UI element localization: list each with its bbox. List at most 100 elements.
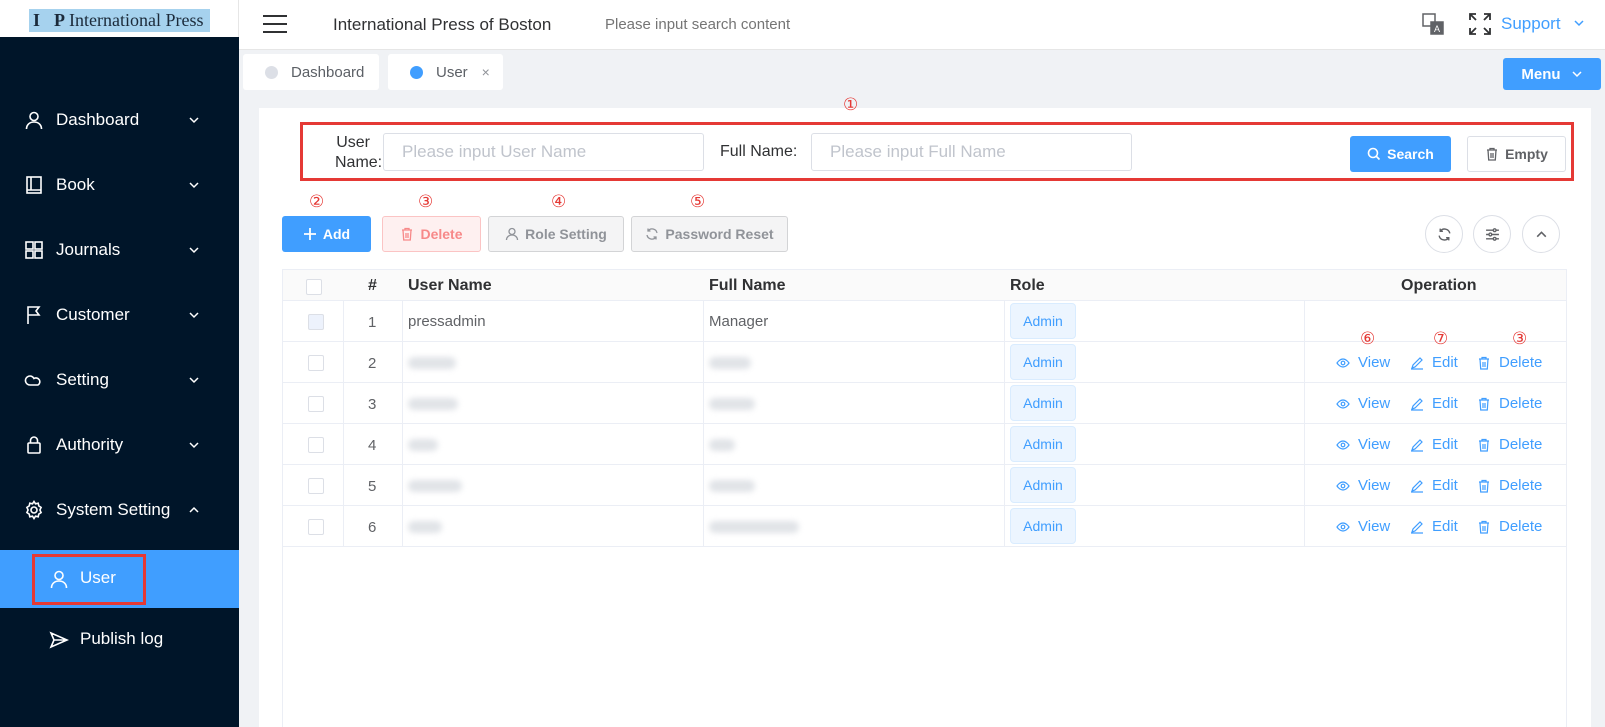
chevron-down-icon: [189, 442, 199, 449]
edit-button[interactable]: Edit: [1410, 518, 1458, 535]
redacted-username: [408, 439, 438, 451]
edit-button[interactable]: Edit: [1410, 477, 1458, 494]
row-checkbox[interactable]: [308, 437, 324, 453]
gear-icon: [25, 500, 43, 520]
hamburger-icon[interactable]: [263, 15, 287, 33]
view-button[interactable]: View: [1336, 518, 1390, 535]
chevron-down-icon: [189, 247, 199, 254]
role-tag-label: Admin: [1023, 354, 1063, 370]
trash-icon: [1487, 147, 1498, 161]
top-header: International Press of Boston A Support: [239, 0, 1605, 50]
row-checkbox[interactable]: [308, 519, 324, 535]
username-input[interactable]: [383, 133, 704, 171]
sidebar-item-customer[interactable]: Customer: [0, 293, 239, 337]
redacted-fullname: [709, 439, 735, 451]
sidebar-item-label: Journals: [56, 240, 121, 259]
tab-dashboard[interactable]: Dashboard: [243, 54, 379, 90]
view-button[interactable]: View: [1336, 477, 1390, 494]
sidebar-item-authority[interactable]: Authority: [0, 423, 239, 467]
column-settings-button[interactable]: [1473, 215, 1511, 253]
view-button[interactable]: View: [1336, 354, 1390, 371]
annotation-5: ⑤: [690, 192, 706, 211]
redacted-username: [408, 480, 462, 492]
search-button[interactable]: Search: [1350, 136, 1451, 172]
row-delete-button[interactable]: Delete: [1477, 395, 1542, 412]
select-all-checkbox[interactable]: [306, 279, 322, 295]
row-delete-button[interactable]: Delete: [1477, 354, 1542, 371]
collapse-search-button[interactable]: [1522, 215, 1560, 253]
sidebar-item-dashboard[interactable]: Dashboard: [0, 98, 239, 142]
redacted-username: [408, 521, 442, 533]
redacted-username: [408, 357, 456, 369]
edit-button[interactable]: Edit: [1410, 395, 1458, 412]
row-checkbox[interactable]: [308, 478, 324, 494]
role-tag: Admin: [1010, 467, 1076, 503]
delete-button[interactable]: Delete: [382, 216, 481, 252]
table-row: 4 Admin View Edit Delete: [283, 424, 1566, 465]
password-reset-button[interactable]: Password Reset: [631, 216, 788, 252]
sidebar-item-book[interactable]: Book: [0, 163, 239, 207]
tab-label: Dashboard: [291, 63, 365, 81]
sidebar-item-setting[interactable]: Setting: [0, 358, 239, 402]
edit-button[interactable]: Edit: [1410, 436, 1458, 453]
refresh-table-button[interactable]: [1425, 215, 1463, 253]
user-icon: [506, 227, 519, 241]
sidebar-item-system-setting[interactable]: System Setting: [0, 488, 239, 532]
chevron-up-icon: [1536, 230, 1546, 237]
chevron-down-icon: [189, 117, 199, 124]
view-button[interactable]: View: [1336, 436, 1390, 453]
logo[interactable]: I⃓P International Press: [29, 9, 210, 32]
header-search-input[interactable]: [605, 16, 885, 33]
delete-label: Delete: [1499, 518, 1543, 535]
empty-button[interactable]: Empty: [1467, 136, 1566, 172]
row-checkbox[interactable]: [308, 355, 324, 371]
refresh-icon: [1437, 227, 1451, 241]
support-menu[interactable]: Support: [1501, 14, 1585, 34]
trash-icon: [1479, 356, 1489, 370]
eye-icon: [1336, 357, 1350, 368]
close-icon[interactable]: ×: [482, 64, 490, 80]
menu-button[interactable]: Menu: [1503, 58, 1601, 90]
user-icon: [25, 111, 43, 130]
menu-button-label: Menu: [1521, 65, 1561, 83]
role-tag-label: Admin: [1023, 436, 1063, 452]
redacted-fullname: [709, 480, 755, 492]
row-delete-button[interactable]: Delete: [1477, 436, 1542, 453]
sidebar-item-label: Dashboard: [56, 110, 140, 129]
row-index: 5: [368, 478, 377, 495]
annotation-2: ②: [309, 192, 325, 211]
column-header-role: Role: [1010, 277, 1045, 294]
tab-label: User: [436, 63, 468, 81]
chevron-down-icon: [1574, 20, 1584, 27]
role-tag: Admin: [1010, 344, 1076, 380]
sidebar-item-journals[interactable]: Journals: [0, 228, 239, 272]
edit-button[interactable]: Edit: [1410, 354, 1458, 371]
translate-icon[interactable]: A: [1421, 12, 1445, 36]
add-button[interactable]: Add: [282, 216, 371, 252]
svg-text:A: A: [1434, 24, 1440, 34]
row-fullname: Manager: [709, 313, 769, 330]
row-delete-button[interactable]: Delete: [1477, 518, 1542, 535]
view-label: View: [1358, 518, 1391, 535]
sidebar-item-publish-log[interactable]: Publish log: [0, 611, 239, 669]
row-checkbox[interactable]: [308, 396, 324, 412]
trash-icon: [402, 227, 413, 241]
annotation-7: ⑦: [1433, 329, 1449, 348]
role-tag: Admin: [1010, 385, 1076, 421]
tab-user[interactable]: User ×: [388, 54, 503, 90]
tab-status-dot: [410, 65, 423, 79]
view-label: View: [1358, 436, 1391, 453]
table-row: 3 Admin View Edit Delete: [283, 383, 1566, 424]
row-delete-button[interactable]: Delete: [1477, 477, 1542, 494]
view-button[interactable]: View: [1336, 395, 1390, 412]
fullname-input[interactable]: [811, 133, 1132, 171]
eye-icon: [1336, 398, 1350, 409]
annotation-6: ⑥: [1360, 329, 1376, 348]
role-setting-button[interactable]: Role Setting: [488, 216, 624, 252]
fullscreen-icon[interactable]: [1468, 12, 1492, 36]
row-checkbox[interactable]: [308, 314, 324, 330]
search-icon: [1367, 147, 1381, 161]
empty-button-label: Empty: [1505, 146, 1548, 162]
header-title: International Press of Boston: [333, 15, 552, 34]
delete-label: Delete: [1499, 436, 1543, 453]
